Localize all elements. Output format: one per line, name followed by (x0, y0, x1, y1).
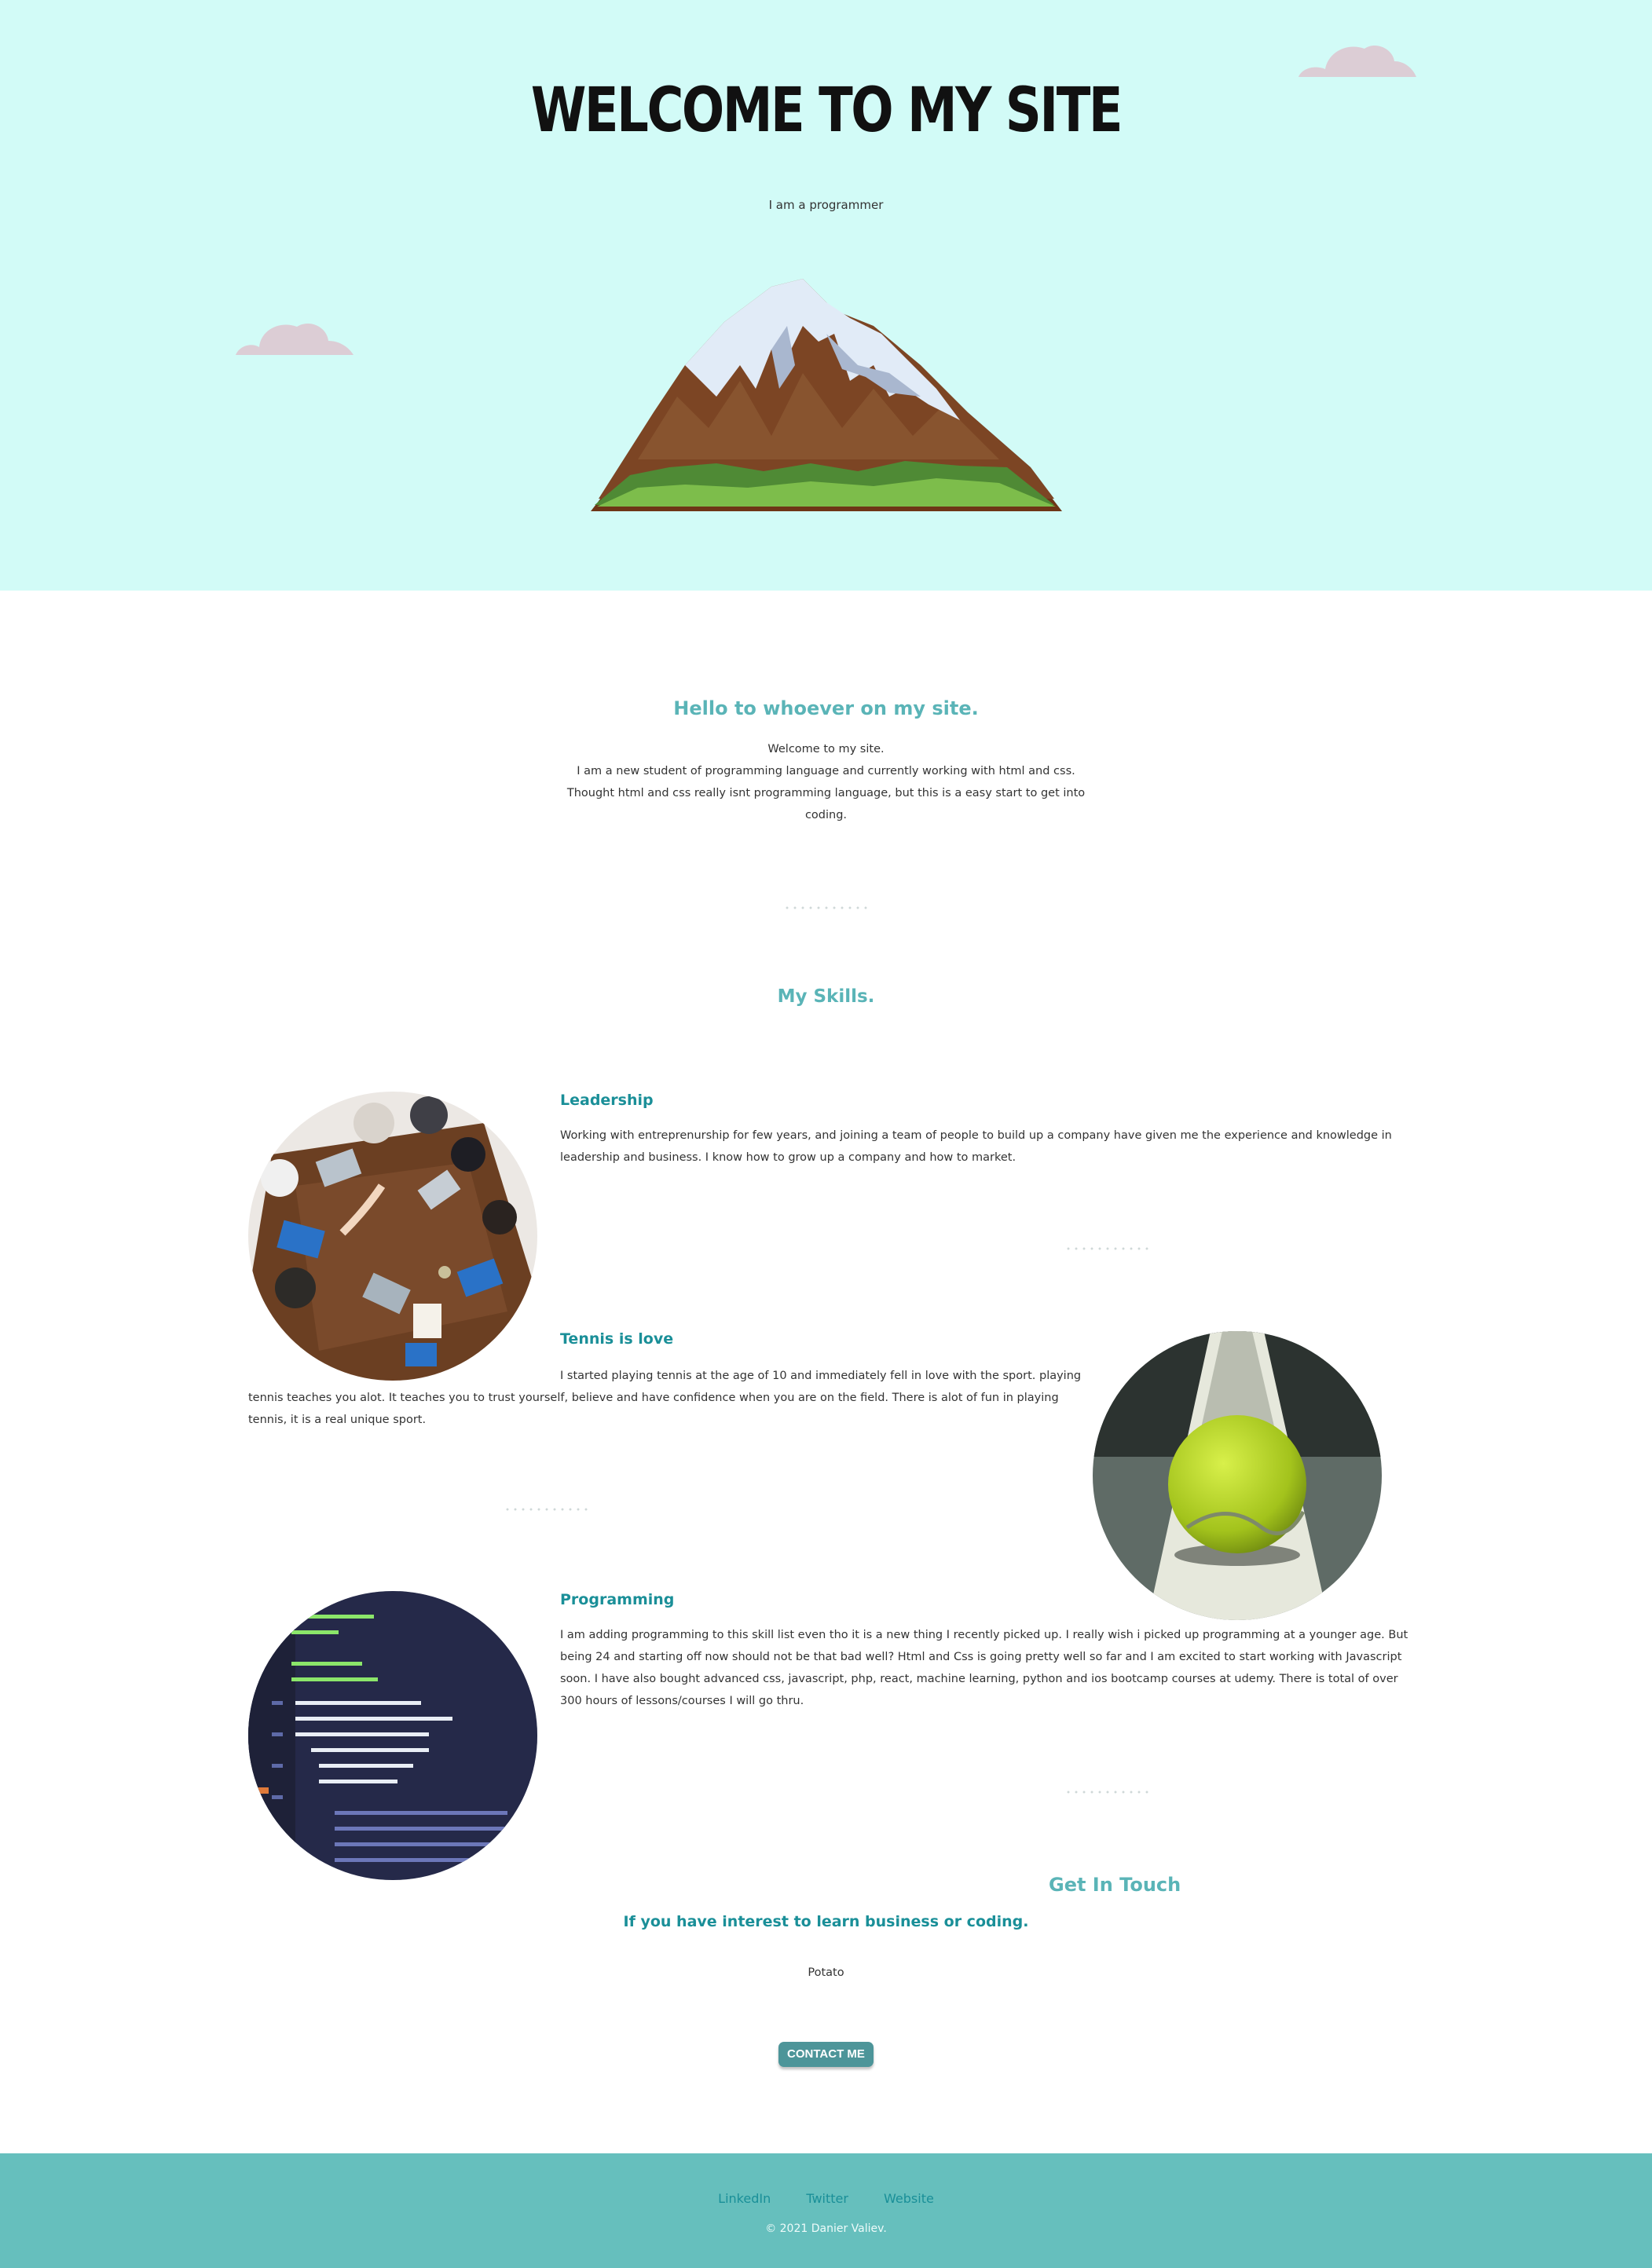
mountain-illustration (591, 279, 1062, 511)
skill-text-programming: I am adding programming to this skill li… (560, 1629, 1408, 1707)
hero-subtitle: I am a programmer (768, 198, 884, 212)
page-title: WELCOME TO MY SITE (530, 75, 1123, 146)
skill-title-tennis: Tennis is love (560, 1330, 674, 1348)
skill-title-leadership: Leadership (560, 1092, 654, 1109)
intro-line: coding. (804, 809, 848, 821)
cloud-icon (1299, 45, 1416, 77)
skills-heading: My Skills. (777, 986, 875, 1007)
cloud-icon (236, 324, 353, 355)
skill-text-tennis: I started playing tennis at the age of 1… (248, 1370, 1082, 1426)
divider (1064, 1791, 1151, 1794)
footer: LinkedIn Twitter Website © 2021 Danier V… (0, 2153, 1652, 2268)
divider (1064, 1247, 1151, 1250)
copyright: © 2021 Danier Valiev. (765, 2222, 887, 2235)
footer-link-twitter[interactable]: Twitter (806, 2191, 848, 2206)
intro-line: Thought html and css really isnt program… (566, 787, 1086, 799)
contact-text: Potato (808, 1966, 844, 1979)
hero-section: WELCOME TO MY SITE I am a programmer (0, 0, 1652, 591)
contact-me-button[interactable]: CONTACT ME (778, 2042, 874, 2067)
skill-text-leadership: Working with entreprenurship for few yea… (560, 1129, 1392, 1164)
divider (504, 1508, 590, 1511)
team-meeting-photo (248, 1092, 537, 1381)
intro-line: I am a new student of programming langua… (577, 765, 1075, 777)
footer-link-website[interactable]: Website (884, 2191, 934, 2206)
footer-links: LinkedIn Twitter Website (0, 2191, 1652, 2206)
divider (783, 906, 870, 909)
intro-heading: Hello to whoever on my site. (673, 697, 979, 719)
intro-line: Welcome to my site. (767, 743, 885, 755)
footer-link-linkedin[interactable]: LinkedIn (718, 2191, 771, 2206)
tennis-ball-photo (1093, 1331, 1382, 1620)
skill-title-programming: Programming (560, 1591, 675, 1608)
code-screen-photo (248, 1591, 537, 1880)
contact-heading: Get In Touch (1049, 1874, 1181, 1896)
intro-text: Welcome to my site. I am a new student o… (0, 738, 1652, 826)
contact-subheading: If you have interest to learn business o… (623, 1913, 1029, 1930)
